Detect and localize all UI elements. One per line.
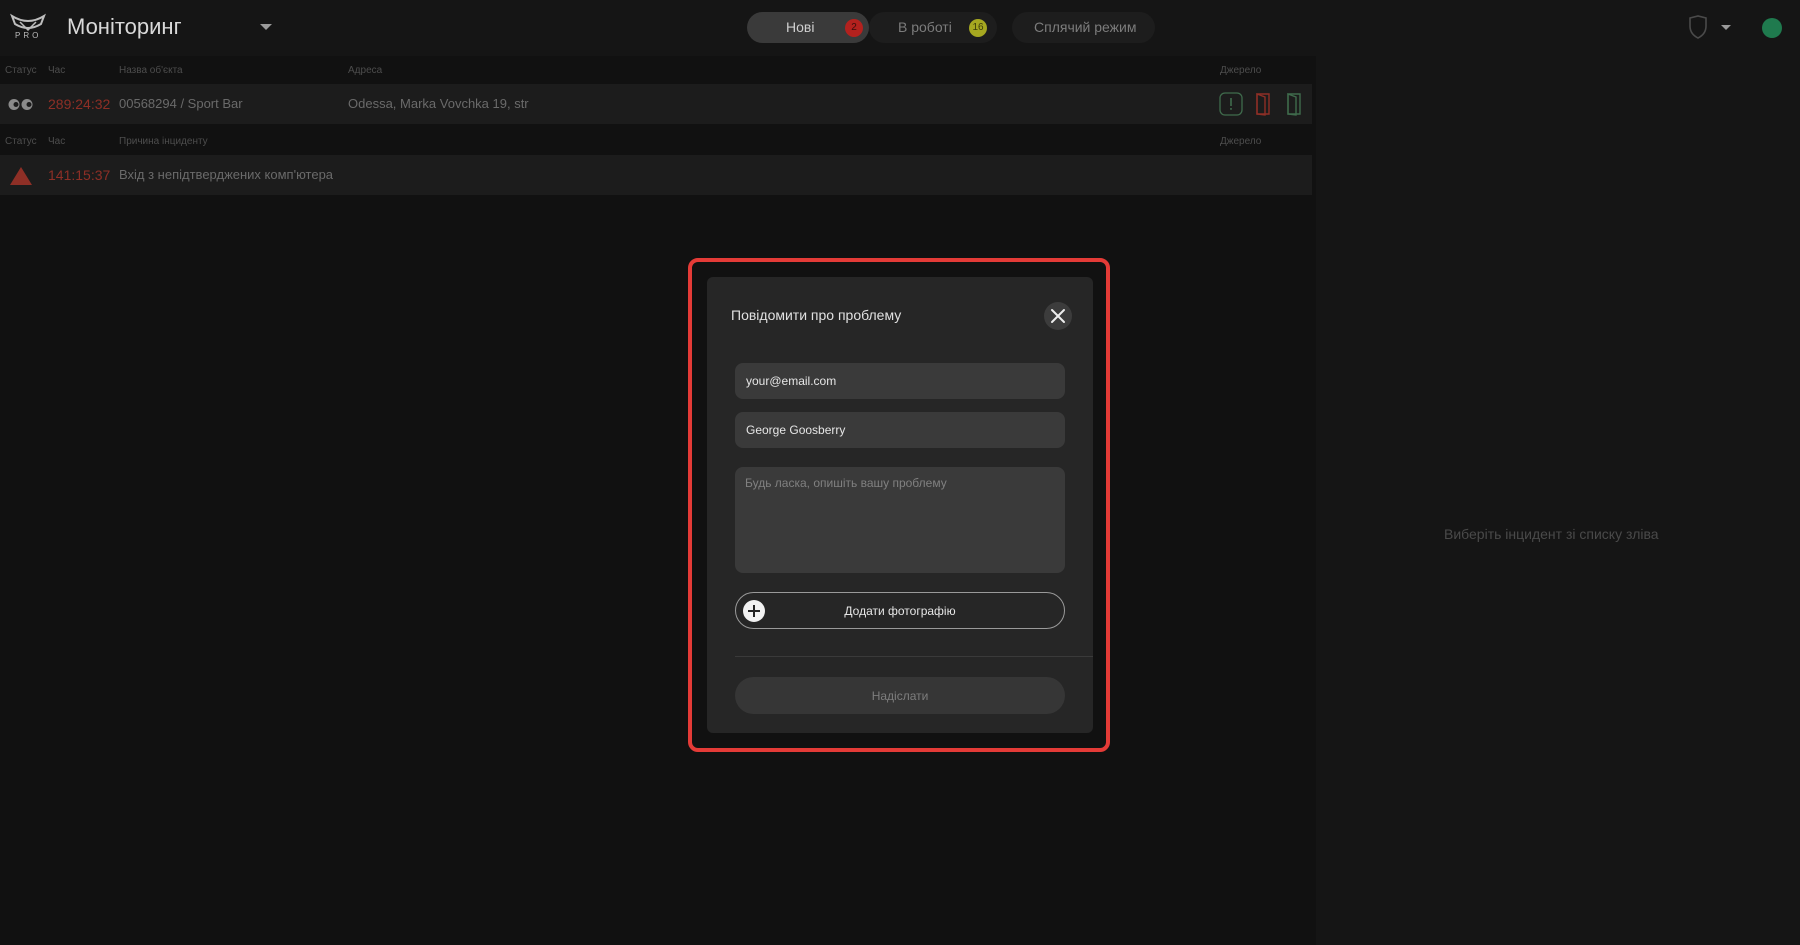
modal-title: Повідомити про проблему [731,307,902,323]
column-reason: Причина інциденту [119,136,208,147]
tab-new-label: Нові [786,19,815,35]
alert-icon [1219,92,1243,116]
table-row[interactable]: 289:24:32 00568294 / Sport Bar Odessa, M… [0,84,1312,124]
tab-sleep-mode-label: Сплячий режим [1034,19,1137,35]
add-photo-button[interactable]: Додати фотографію [735,592,1065,629]
add-photo-label: Додати фотографію [844,604,956,618]
column-time: Час [48,136,66,147]
chevron-down-icon[interactable] [260,24,272,30]
object-name: 00568294 / Sport Bar [119,96,243,111]
divider [735,656,1093,657]
logo-text: PRO [15,31,42,40]
chevron-down-icon[interactable] [1721,25,1731,30]
tab-sleep-mode[interactable]: Сплячий режим [1012,12,1155,43]
column-source: Джерело [1220,136,1262,147]
incident-timer: 141:15:37 [48,167,111,183]
table-row[interactable]: 141:15:37 Вхід з непідтверджених комп'ют… [0,155,1312,195]
warning-triangle-icon [10,167,32,185]
column-time: Час [48,65,66,76]
shield-icon[interactable] [1688,15,1708,39]
column-source: Джерело [1220,65,1262,76]
user-status-indicator[interactable] [1762,18,1782,38]
problem-description-field[interactable] [735,467,1065,573]
incidents-table-header: Статус Час Назва об'єкта Адреса Джерело [0,56,1312,84]
name-field[interactable] [735,412,1065,448]
email-field[interactable] [735,363,1065,399]
column-status: Статус [5,65,37,76]
submit-label: Надіслати [871,689,929,703]
close-icon [1051,309,1065,323]
events-table-header: Статус Час Причина інциденту Джерело [0,127,1312,155]
report-problem-modal: Повідомити про проблему Додати фотографі… [707,277,1093,733]
column-object-name: Назва об'єкта [119,65,183,76]
submit-button[interactable]: Надіслати [735,677,1065,714]
top-bar: PRO Моніторинг Нові 2 В роботі 16 Сплячи… [0,0,1800,56]
door-open-icon [1256,92,1270,116]
tab-in-progress-count-badge: 16 [969,19,987,37]
empty-state-hint: Виберіть інцидент зі списку зліва [1444,526,1659,542]
status-icon [8,99,33,110]
incident-reason: Вхід з непідтверджених комп'ютера [119,167,334,182]
close-button[interactable] [1044,302,1072,330]
column-status: Статус [5,136,37,147]
incident-details-panel: Виберіть інцидент зі списку зліва [1316,56,1800,945]
tab-new[interactable]: Нові 2 [747,12,869,43]
door-closed-icon [1287,92,1301,116]
tab-new-count-badge: 2 [845,19,863,37]
object-address: Odessa, Marka Vovchka 19, str [348,96,529,111]
page-title: Моніторинг [67,14,182,39]
incident-list: Статус Час Назва об'єкта Адреса Джерело … [0,56,1312,945]
incident-timer: 289:24:32 [48,96,111,112]
tab-in-progress-label: В роботі [898,19,952,35]
column-address: Адреса [348,65,383,76]
tab-in-progress[interactable]: В роботі 16 [869,12,997,43]
